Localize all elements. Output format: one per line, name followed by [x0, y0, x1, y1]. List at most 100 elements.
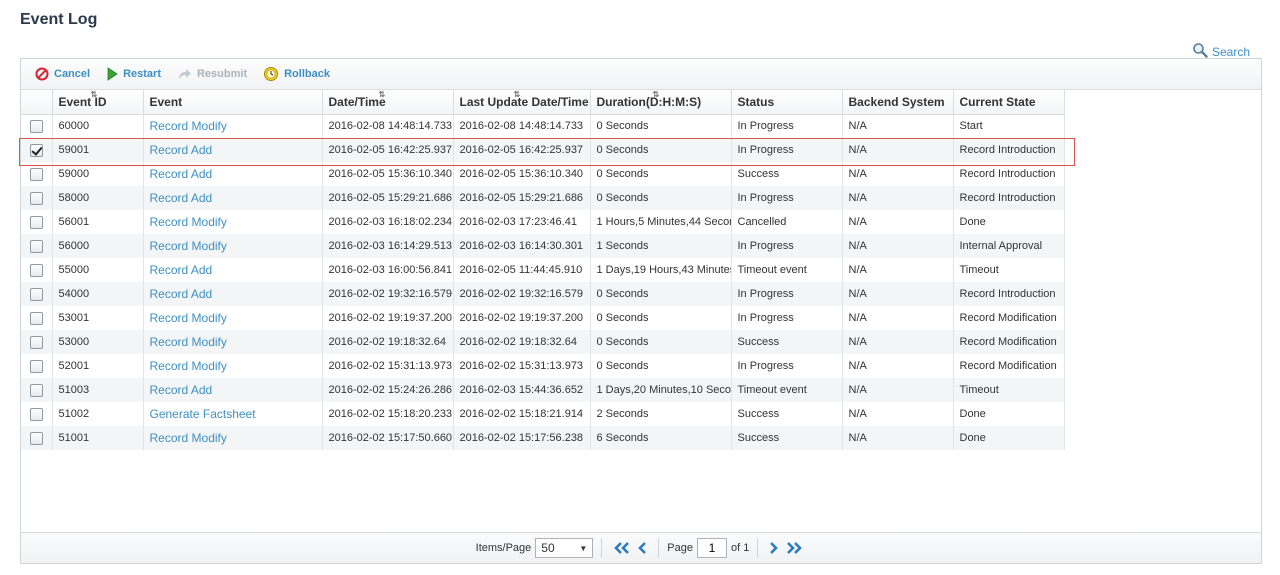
column-label: Event ID: [58, 94, 107, 109]
row-checkbox[interactable]: [29, 359, 43, 373]
row-checkbox[interactable]: [29, 383, 43, 397]
last-update-cell: 2016-02-08 14:48:14.733: [453, 114, 591, 138]
column-header-status[interactable]: Status: [731, 90, 843, 115]
page-number-input[interactable]: [696, 538, 727, 558]
last-update-cell: 2016-02-02 19:32:16.579: [453, 282, 591, 306]
table-row[interactable]: 59001 Record Add 2016-02-05 16:42:25.937 20…: [21, 138, 1065, 162]
table-row[interactable]: 51003 Record Add 2016-02-02 15:24:26.286 20…: [21, 378, 1065, 402]
table-row[interactable]: 54000 Record Add 2016-02-02 19:32:16.579 20…: [21, 282, 1065, 306]
row-checkbox[interactable]: [29, 239, 43, 253]
row-checkbox[interactable]: [29, 407, 43, 421]
duration-cell: 1 Days,20 Minutes,10 Seconds: [590, 378, 732, 402]
column-header-backend-system[interactable]: Backend System: [842, 90, 954, 115]
row-select-cell: [21, 282, 53, 306]
event-link[interactable]: Record Modify: [143, 210, 323, 234]
status-cell: In Progress: [731, 186, 843, 210]
row-checkbox[interactable]: [29, 191, 43, 205]
duration-cell: 0 Seconds: [590, 282, 732, 306]
clock-rollback-icon: [263, 66, 279, 82]
first-page-icon[interactable]: [613, 541, 631, 555]
column-header-duration[interactable]: ⇅ Duration(D:H:M:S): [590, 90, 732, 115]
backend-system-cell: N/A: [842, 210, 954, 234]
date-time-cell: 2016-02-02 19:18:32.64: [322, 330, 454, 354]
current-state-cell: Record Introduction: [953, 282, 1065, 306]
items-per-page-label: Items/Page: [475, 542, 532, 554]
row-checkbox[interactable]: [29, 335, 43, 349]
table-row[interactable]: 52001 Record Modify 2016-02-02 15:31:13.97…: [21, 354, 1065, 378]
date-time-cell: 2016-02-02 19:32:16.579: [322, 282, 454, 306]
last-page-icon[interactable]: [785, 541, 803, 555]
last-update-cell: 2016-02-05 16:42:25.937: [453, 138, 591, 162]
event-link[interactable]: Generate Factsheet: [143, 402, 323, 426]
row-checkbox[interactable]: [29, 287, 43, 301]
table-row[interactable]: 53000 Record Modify 2016-02-02 19:18:32.64…: [21, 330, 1065, 354]
event-link[interactable]: Record Modify: [143, 306, 323, 330]
table-row[interactable]: 56001 Record Modify 2016-02-03 16:18:02.23…: [21, 210, 1065, 234]
event-link[interactable]: Record Add: [143, 162, 323, 186]
row-select-cell: [21, 354, 53, 378]
forward-arrow-icon: [177, 67, 192, 81]
event-id-cell: 51003: [52, 378, 144, 402]
column-header-last-update[interactable]: ⇅ Last Update Date/Time: [453, 90, 591, 115]
column-header-event[interactable]: Event: [143, 90, 323, 115]
event-link[interactable]: Record Modify: [143, 330, 323, 354]
page-title: Event Log: [20, 11, 98, 28]
event-link[interactable]: Record Add: [143, 258, 323, 282]
table-row[interactable]: 55000 Record Add 2016-02-03 16:00:56.841 20…: [21, 258, 1065, 282]
row-checkbox[interactable]: [29, 263, 43, 277]
event-id-cell: 59001: [52, 138, 144, 162]
table-row[interactable]: 59000 Record Add 2016-02-05 15:36:10.340 20…: [21, 162, 1065, 186]
column-header-current-state[interactable]: Current State: [953, 90, 1065, 115]
table-row[interactable]: 51001 Record Modify 2016-02-02 15:17:50.66…: [21, 426, 1065, 450]
header-select-cell: [21, 90, 53, 115]
event-link[interactable]: Record Add: [143, 138, 323, 162]
restart-button[interactable]: Restart: [106, 67, 161, 81]
backend-system-cell: N/A: [842, 282, 954, 306]
restart-label: Restart: [123, 68, 161, 80]
row-select-cell: [21, 306, 53, 330]
date-time-cell: 2016-02-03 16:00:56.841: [322, 258, 454, 282]
event-id-cell: 53001: [52, 306, 144, 330]
table-row[interactable]: 60000 Record Modify 2016-02-08 14:48:14.73…: [21, 114, 1065, 138]
status-cell: In Progress: [731, 354, 843, 378]
column-header-event-id[interactable]: ⇅ Event ID: [52, 90, 144, 115]
previous-page-icon[interactable]: [637, 541, 647, 555]
event-link[interactable]: Record Modify: [143, 114, 323, 138]
row-checkbox[interactable]: [29, 431, 43, 445]
last-update-cell: 2016-02-03 17:23:46.41: [453, 210, 591, 234]
event-link[interactable]: Record Add: [143, 282, 323, 306]
play-icon: [106, 67, 118, 81]
table-row[interactable]: 51002 Generate Factsheet 2016-02-02 15:18:…: [21, 402, 1065, 426]
row-checkbox[interactable]: [29, 167, 43, 181]
row-checkbox[interactable]: [29, 215, 43, 229]
row-select-cell: [21, 402, 53, 426]
status-cell: In Progress: [731, 114, 843, 138]
status-cell: Timeout event: [731, 258, 843, 282]
current-state-cell: Record Modification: [953, 306, 1065, 330]
event-link[interactable]: Record Add: [143, 378, 323, 402]
duration-cell: 2 Seconds: [590, 402, 732, 426]
current-state-cell: Record Introduction: [953, 162, 1065, 186]
items-per-page-select[interactable]: 50 ▼: [535, 538, 594, 558]
row-select-cell: [21, 186, 53, 210]
event-link[interactable]: Record Modify: [143, 234, 323, 258]
event-link[interactable]: Record Modify: [143, 426, 323, 450]
row-checkbox[interactable]: [29, 143, 43, 157]
column-header-date-time[interactable]: ⇅ Date/Time: [322, 90, 454, 115]
row-checkbox[interactable]: [29, 311, 43, 325]
row-select-cell: [21, 258, 53, 282]
rollback-button[interactable]: Rollback: [263, 66, 330, 82]
next-page-icon[interactable]: [769, 541, 779, 555]
date-time-cell: 2016-02-02 15:24:26.286: [322, 378, 454, 402]
table-row[interactable]: 58000 Record Add 2016-02-05 15:29:21.686 20…: [21, 186, 1065, 210]
row-checkbox[interactable]: [29, 119, 43, 133]
pager-divider: [658, 538, 660, 558]
table-row[interactable]: 56000 Record Modify 2016-02-03 16:14:29.51…: [21, 234, 1065, 258]
backend-system-cell: N/A: [842, 138, 954, 162]
current-state-cell: Done: [953, 210, 1065, 234]
cancel-button[interactable]: Cancel: [35, 67, 90, 81]
table-row[interactable]: 53001 Record Modify 2016-02-02 19:19:37.20…: [21, 306, 1065, 330]
event-link[interactable]: Record Add: [143, 186, 323, 210]
event-link[interactable]: Record Modify: [143, 354, 323, 378]
resubmit-button[interactable]: Resubmit: [177, 67, 247, 81]
